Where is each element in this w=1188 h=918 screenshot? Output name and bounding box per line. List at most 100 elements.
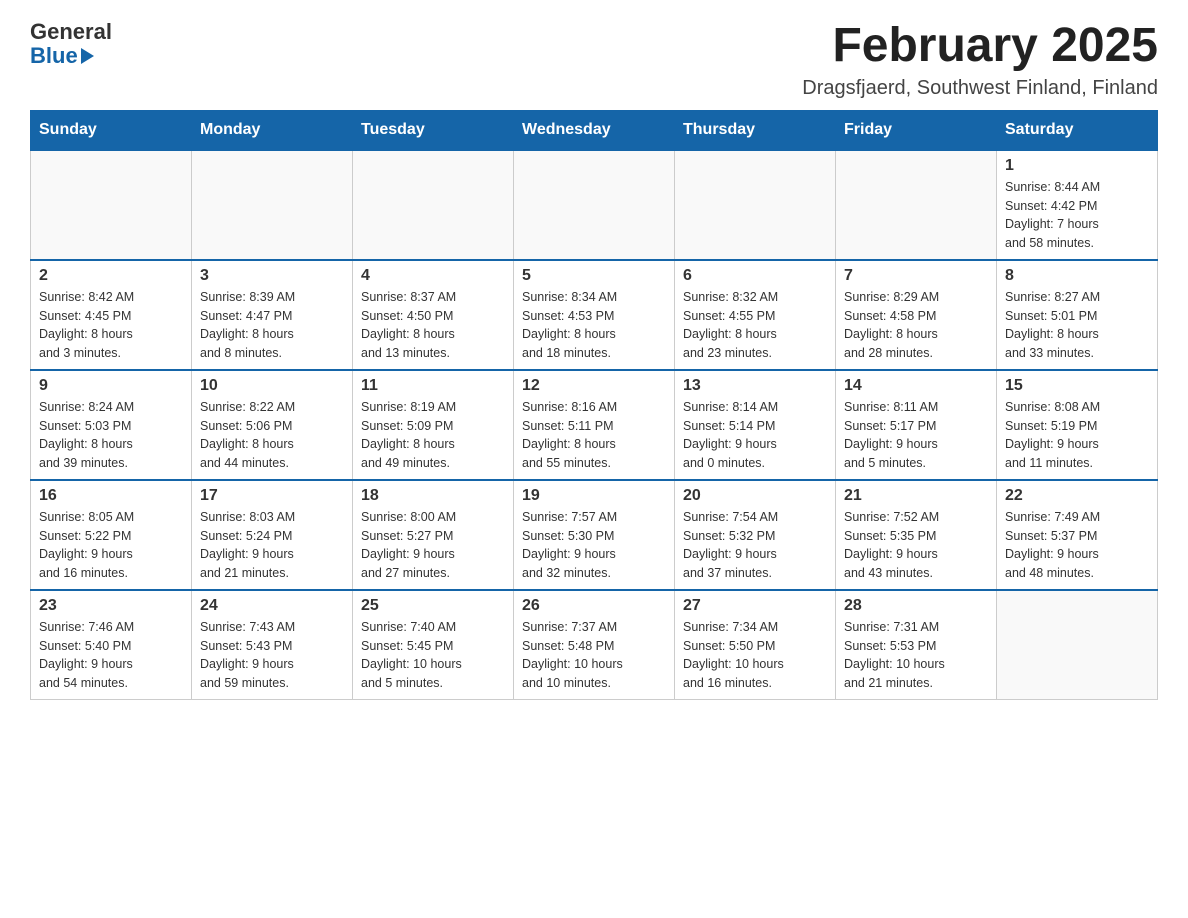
day-info: Sunrise: 8:24 AMSunset: 5:03 PMDaylight:… bbox=[39, 398, 183, 473]
calendar-cell: 24 Sunrise: 7:43 AMSunset: 5:43 PMDayligh… bbox=[192, 590, 353, 700]
calendar-cell bbox=[192, 150, 353, 260]
day-info: Sunrise: 8:27 AMSunset: 5:01 PMDaylight:… bbox=[1005, 288, 1149, 363]
weekday-header-monday: Monday bbox=[192, 110, 353, 150]
calendar-cell bbox=[675, 150, 836, 260]
weekday-header-saturday: Saturday bbox=[997, 110, 1158, 150]
day-number: 6 bbox=[683, 267, 827, 285]
day-info: Sunrise: 7:57 AMSunset: 5:30 PMDaylight:… bbox=[522, 508, 666, 583]
calendar-week-row: 9 Sunrise: 8:24 AMSunset: 5:03 PMDaylight… bbox=[31, 370, 1158, 480]
day-number: 12 bbox=[522, 377, 666, 395]
calendar-cell: 21 Sunrise: 7:52 AMSunset: 5:35 PMDayligh… bbox=[836, 480, 997, 590]
day-number: 19 bbox=[522, 487, 666, 505]
calendar-cell: 11 Sunrise: 8:19 AMSunset: 5:09 PMDayligh… bbox=[353, 370, 514, 480]
day-number: 20 bbox=[683, 487, 827, 505]
day-info: Sunrise: 8:14 AMSunset: 5:14 PMDaylight:… bbox=[683, 398, 827, 473]
calendar-cell: 27 Sunrise: 7:34 AMSunset: 5:50 PMDayligh… bbox=[675, 590, 836, 700]
day-info: Sunrise: 7:52 AMSunset: 5:35 PMDaylight:… bbox=[844, 508, 988, 583]
day-info: Sunrise: 8:16 AMSunset: 5:11 PMDaylight:… bbox=[522, 398, 666, 473]
calendar-cell: 2 Sunrise: 8:42 AMSunset: 4:45 PMDaylight… bbox=[31, 260, 192, 370]
day-info: Sunrise: 7:43 AMSunset: 5:43 PMDaylight:… bbox=[200, 618, 344, 693]
day-number: 26 bbox=[522, 597, 666, 615]
day-number: 7 bbox=[844, 267, 988, 285]
logo-general: General bbox=[30, 20, 112, 44]
day-info: Sunrise: 8:00 AMSunset: 5:27 PMDaylight:… bbox=[361, 508, 505, 583]
day-info: Sunrise: 7:54 AMSunset: 5:32 PMDaylight:… bbox=[683, 508, 827, 583]
calendar-cell: 17Sunrise: 8:03 AMSunset: 5:24 PMDayligh… bbox=[192, 480, 353, 590]
calendar-cell: 1 Sunrise: 8:44 AMSunset: 4:42 PMDaylight… bbox=[997, 150, 1158, 260]
calendar-cell: 18 Sunrise: 8:00 AMSunset: 5:27 PMDayligh… bbox=[353, 480, 514, 590]
day-number: 5 bbox=[522, 267, 666, 285]
day-number: 24 bbox=[200, 597, 344, 615]
logo: General Blue bbox=[30, 20, 112, 68]
calendar-cell: 6Sunrise: 8:32 AMSunset: 4:55 PMDaylight… bbox=[675, 260, 836, 370]
calendar-cell bbox=[836, 150, 997, 260]
day-info: Sunrise: 8:19 AMSunset: 5:09 PMDaylight:… bbox=[361, 398, 505, 473]
calendar-cell: 22 Sunrise: 7:49 AMSunset: 5:37 PMDayligh… bbox=[997, 480, 1158, 590]
day-number: 3 bbox=[200, 267, 344, 285]
title-area: February 2025 Dragsfjaerd, Southwest Fin… bbox=[802, 20, 1158, 100]
day-info: Sunrise: 7:37 AMSunset: 5:48 PMDaylight:… bbox=[522, 618, 666, 693]
calendar-week-row: 23Sunrise: 7:46 AMSunset: 5:40 PMDayligh… bbox=[31, 590, 1158, 700]
day-number: 10 bbox=[200, 377, 344, 395]
day-number: 9 bbox=[39, 377, 183, 395]
weekday-header-row: SundayMondayTuesdayWednesdayThursdayFrid… bbox=[31, 110, 1158, 150]
day-info: Sunrise: 8:39 AMSunset: 4:47 PMDaylight:… bbox=[200, 288, 344, 363]
calendar-cell: 13 Sunrise: 8:14 AMSunset: 5:14 PMDayligh… bbox=[675, 370, 836, 480]
day-number: 1 bbox=[1005, 157, 1149, 175]
weekday-header-tuesday: Tuesday bbox=[353, 110, 514, 150]
day-number: 15 bbox=[1005, 377, 1149, 395]
calendar-cell: 3 Sunrise: 8:39 AMSunset: 4:47 PMDaylight… bbox=[192, 260, 353, 370]
calendar-cell: 10 Sunrise: 8:22 AMSunset: 5:06 PMDayligh… bbox=[192, 370, 353, 480]
day-info: Sunrise: 7:34 AMSunset: 5:50 PMDaylight:… bbox=[683, 618, 827, 693]
day-info: Sunrise: 8:42 AMSunset: 4:45 PMDaylight:… bbox=[39, 288, 183, 363]
day-info: Sunrise: 8:08 AMSunset: 5:19 PMDaylight:… bbox=[1005, 398, 1149, 473]
day-number: 13 bbox=[683, 377, 827, 395]
calendar-cell: 23Sunrise: 7:46 AMSunset: 5:40 PMDayligh… bbox=[31, 590, 192, 700]
day-number: 2 bbox=[39, 267, 183, 285]
day-number: 11 bbox=[361, 377, 505, 395]
calendar-week-row: 16Sunrise: 8:05 AMSunset: 5:22 PMDayligh… bbox=[31, 480, 1158, 590]
calendar-cell: 7 Sunrise: 8:29 AMSunset: 4:58 PMDaylight… bbox=[836, 260, 997, 370]
day-number: 25 bbox=[361, 597, 505, 615]
calendar-cell: 5 Sunrise: 8:34 AMSunset: 4:53 PMDaylight… bbox=[514, 260, 675, 370]
calendar-cell: 15 Sunrise: 8:08 AMSunset: 5:19 PMDayligh… bbox=[997, 370, 1158, 480]
calendar-header: SundayMondayTuesdayWednesdayThursdayFrid… bbox=[31, 110, 1158, 150]
calendar-cell bbox=[353, 150, 514, 260]
day-number: 18 bbox=[361, 487, 505, 505]
day-info: Sunrise: 8:44 AMSunset: 4:42 PMDaylight:… bbox=[1005, 178, 1149, 253]
logo-blue: Blue bbox=[30, 44, 112, 68]
calendar-cell: 25Sunrise: 7:40 AMSunset: 5:45 PMDayligh… bbox=[353, 590, 514, 700]
day-info: Sunrise: 8:11 AMSunset: 5:17 PMDaylight:… bbox=[844, 398, 988, 473]
weekday-header-wednesday: Wednesday bbox=[514, 110, 675, 150]
calendar-cell: 14 Sunrise: 8:11 AMSunset: 5:17 PMDayligh… bbox=[836, 370, 997, 480]
day-number: 16 bbox=[39, 487, 183, 505]
calendar-body: 1 Sunrise: 8:44 AMSunset: 4:42 PMDaylight… bbox=[31, 150, 1158, 700]
day-info: Sunrise: 8:34 AMSunset: 4:53 PMDaylight:… bbox=[522, 288, 666, 363]
calendar-table: SundayMondayTuesdayWednesdayThursdayFrid… bbox=[30, 110, 1158, 701]
logo-triangle-icon bbox=[81, 48, 94, 64]
day-number: 28 bbox=[844, 597, 988, 615]
calendar-cell: 26 Sunrise: 7:37 AMSunset: 5:48 PMDayligh… bbox=[514, 590, 675, 700]
calendar-cell: 20 Sunrise: 7:54 AMSunset: 5:32 PMDayligh… bbox=[675, 480, 836, 590]
calendar-cell bbox=[31, 150, 192, 260]
calendar-cell: 28Sunrise: 7:31 AMSunset: 5:53 PMDayligh… bbox=[836, 590, 997, 700]
day-info: Sunrise: 8:22 AMSunset: 5:06 PMDaylight:… bbox=[200, 398, 344, 473]
day-info: Sunrise: 8:29 AMSunset: 4:58 PMDaylight:… bbox=[844, 288, 988, 363]
calendar-cell bbox=[997, 590, 1158, 700]
calendar-cell: 9 Sunrise: 8:24 AMSunset: 5:03 PMDaylight… bbox=[31, 370, 192, 480]
day-number: 27 bbox=[683, 597, 827, 615]
day-info: Sunrise: 7:49 AMSunset: 5:37 PMDaylight:… bbox=[1005, 508, 1149, 583]
day-number: 14 bbox=[844, 377, 988, 395]
day-info: Sunrise: 7:46 AMSunset: 5:40 PMDaylight:… bbox=[39, 618, 183, 693]
day-number: 22 bbox=[1005, 487, 1149, 505]
calendar-cell: 19 Sunrise: 7:57 AMSunset: 5:30 PMDayligh… bbox=[514, 480, 675, 590]
day-number: 21 bbox=[844, 487, 988, 505]
calendar-cell: 4Sunrise: 8:37 AMSunset: 4:50 PMDaylight… bbox=[353, 260, 514, 370]
calendar-week-row: 2 Sunrise: 8:42 AMSunset: 4:45 PMDaylight… bbox=[31, 260, 1158, 370]
location-subtitle: Dragsfjaerd, Southwest Finland, Finland bbox=[802, 77, 1158, 100]
calendar-cell: 16Sunrise: 8:05 AMSunset: 5:22 PMDayligh… bbox=[31, 480, 192, 590]
calendar-cell: 8Sunrise: 8:27 AMSunset: 5:01 PMDaylight… bbox=[997, 260, 1158, 370]
calendar-cell bbox=[514, 150, 675, 260]
weekday-header-thursday: Thursday bbox=[675, 110, 836, 150]
day-info: Sunrise: 8:03 AMSunset: 5:24 PMDaylight:… bbox=[200, 508, 344, 583]
